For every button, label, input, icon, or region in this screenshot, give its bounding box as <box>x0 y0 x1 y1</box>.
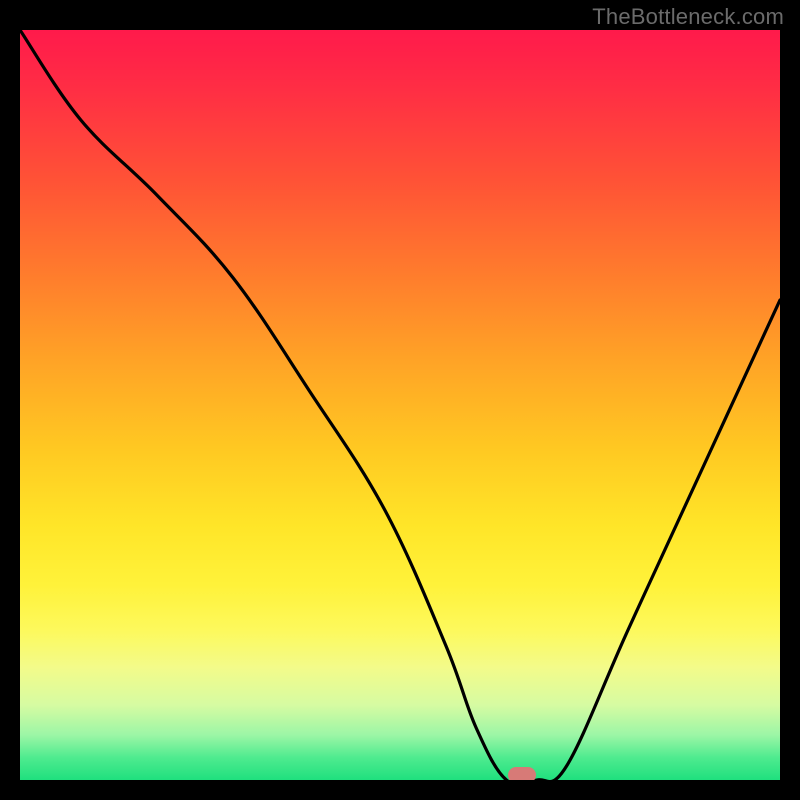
plot-area <box>20 30 780 780</box>
curve-path <box>20 30 780 780</box>
bottleneck-curve <box>20 30 780 780</box>
chart-frame <box>20 30 780 780</box>
optimal-marker <box>508 767 536 780</box>
watermark-text: TheBottleneck.com <box>592 4 784 30</box>
